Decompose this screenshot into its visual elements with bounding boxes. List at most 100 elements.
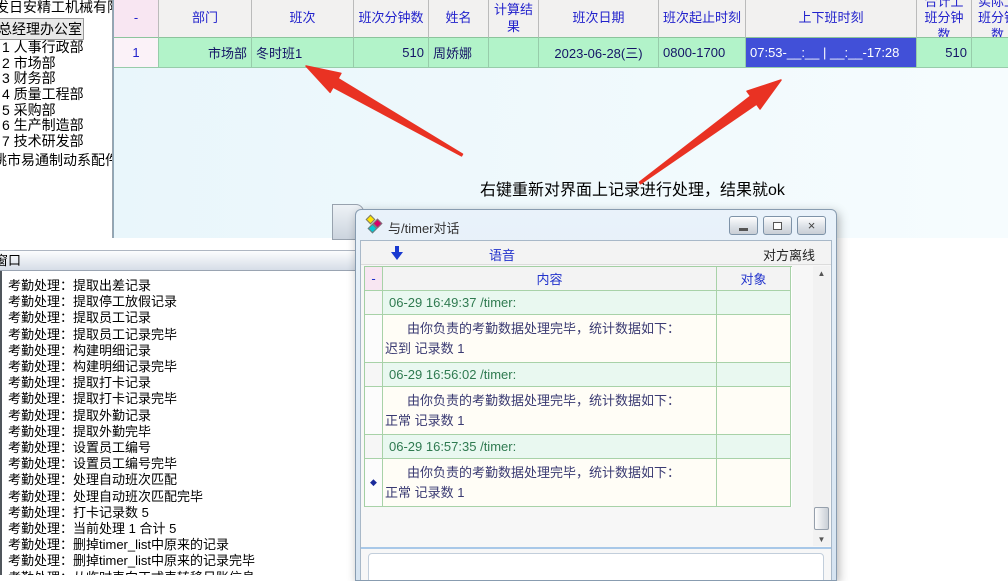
log-line: 考勤处理：提取打卡记录完毕 [8,391,360,407]
cell-name[interactable]: 周娇娜 [429,38,489,68]
cell-date[interactable]: 2023-06-28(三) [539,38,659,68]
input-separator [361,547,831,549]
message-body-row[interactable]: 由你负责的考勤数据处理完毕，统计数据如下： 迟到 记录数 1 [365,315,792,363]
log-line: 考勤处理：提取员工记录完毕 [8,327,360,343]
dialog-titlebar[interactable]: 与/timer对话 × [356,210,836,240]
log-panel-header: 窗口 [0,250,360,271]
sidebar-item[interactable]: 5 采购部 [0,103,112,119]
column-header-total-minutes[interactable]: 合计上班分钟数 [917,0,972,38]
sidebar-item-selected[interactable]: 总经理办公室 [0,18,84,40]
column-header-dept[interactable]: 部门 [159,0,252,38]
main-window-top: 发日安精工机械有限 总经理办公室 1 人事行政部 2 市场部 3 财务部 4 质… [0,0,1008,238]
cell-rownum[interactable]: 1 [114,38,159,68]
sidebar-item[interactable]: 6 生产制造部 [0,118,112,134]
company-name: 发日安精工机械有限 [0,0,112,17]
close-button[interactable]: × [797,216,826,235]
cell-shift[interactable]: 冬时班1 [252,38,354,68]
log-line: 考勤处理：设置员工编号 [8,440,360,456]
message-timestamp[interactable]: 06-29 16:49:37 /timer: [383,291,717,315]
log-line: 考勤处理：处理自动班次匹配完毕 [8,489,360,505]
log-panel: 窗口 考勤处理：提取出差记录 考勤处理：提取停工放假记录 考勤处理：提取员工记录… [0,250,360,575]
message-col-object[interactable]: 对象 [717,267,791,291]
log-line: 考勤处理：提取出差记录 [8,278,360,294]
message-body[interactable]: 由你负责的考勤数据处理完毕，统计数据如下： 正常 记录数 1 [383,387,717,435]
message-timestamp[interactable]: 06-29 16:57:35 /timer: [383,435,717,459]
message-table-header: - 内容 对象 [365,267,792,291]
minimize-icon [739,228,748,231]
grid-header-row: - 部门 班次 班次分钟数 姓名 计算结果 班次日期 班次起止时刻 上下班时刻 … [114,0,1008,38]
annotation-text: 右键重新对界面上记录进行处理，结果就ok [480,176,785,200]
column-header-name[interactable]: 姓名 [429,0,489,38]
column-header-actual-minutes[interactable]: 实际上班分钟数 [972,0,1008,38]
log-line: 考勤处理：提取停工放假记录 [8,294,360,310]
log-line: 考勤处理：从临时表向正式表转移日账信息 [8,570,360,575]
scrollbar-thumb[interactable] [814,507,829,530]
cell-total-minutes[interactable]: 510 [917,38,972,68]
dialog-title: 与/timer对话 [388,218,460,237]
sidebar-item[interactable]: 3 财务部 [0,71,112,87]
cell-calc-result[interactable] [489,38,539,68]
message-body-row[interactable]: 由你负责的考勤数据处理完毕，统计数据如下： 正常 记录数 1 [365,387,792,435]
column-header-clock-times[interactable]: 上下班时刻 [746,0,917,38]
log-line: 考勤处理：打卡记录数 5 [8,505,360,521]
timer-dialog-window: 与/timer对话 × 语音 对方离线 - 内容 对象 06-29 16:49:… [355,209,837,581]
cell-shift-range[interactable]: 0800-1700 [659,38,746,68]
log-line: 考勤处理：提取员工记录 [8,310,360,326]
log-line: 考勤处理：当前处理 1 合计 5 [8,521,360,537]
scroll-up-icon[interactable]: ▲ [813,266,830,280]
message-body-row[interactable]: ◆ 由你负责的考勤数据处理完毕，统计数据如下： 正常 记录数 1 [365,459,792,507]
log-line: 考勤处理：删掉timer_list中原来的记录 [8,537,360,553]
message-col-content[interactable]: 内容 [383,267,717,291]
log-line: 考勤处理：提取外勤记录 [8,408,360,424]
message-scrollbar[interactable]: ▲ ▼ [813,266,830,546]
message-body[interactable]: 由你负责的考勤数据处理完毕，统计数据如下： 迟到 记录数 1 [383,315,717,363]
message-timestamp[interactable]: 06-29 16:56:02 /timer: [383,363,717,387]
log-line: 考勤处理：删掉timer_list中原来的记录完毕 [8,553,360,569]
message-timestamp-row[interactable]: 06-29 16:57:35 /timer: [365,435,792,459]
cell-clock-times-selected[interactable]: 07:53-__:__ | __:__-17:28 [746,38,917,68]
column-header-shift-range[interactable]: 班次起止时刻 [659,0,746,38]
log-line: 考勤处理：构建明细记录完毕 [8,359,360,375]
log-panel-title: 窗口 [0,251,21,271]
attendance-grid: - 部门 班次 班次分钟数 姓名 计算结果 班次日期 班次起止时刻 上下班时刻 … [114,0,1008,68]
column-header-calc-result[interactable]: 计算结果 [489,0,539,38]
voice-label: 语音 [489,245,515,264]
sidebar-item[interactable]: 7 技术研发部 [0,134,112,150]
cell-actual-minutes[interactable] [972,38,1008,68]
peer-status-label: 对方离线 [763,245,815,264]
department-tree: 发日安精工机械有限 总经理办公室 1 人事行政部 2 市场部 3 财务部 4 质… [0,0,113,238]
sidebar-item-footer[interactable]: 姚市易通制动系配件 [0,150,112,170]
chat-input-area[interactable] [368,553,824,580]
log-line: 考勤处理：提取外勤完毕 [8,424,360,440]
column-header-shift[interactable]: 班次 [252,0,354,38]
message-table: - 内容 对象 06-29 16:49:37 /timer: 由你负责的考勤数据… [364,266,792,507]
dialog-app-icon [366,216,384,234]
close-icon: × [808,218,816,233]
column-header-date[interactable]: 班次日期 [539,0,659,38]
log-line: 考勤处理：提取打卡记录 [8,375,360,391]
cell-shift-minutes[interactable]: 510 [354,38,429,68]
restore-icon [773,222,782,230]
grid-data-row[interactable]: 1 市场部 冬时班1 510 周娇娜 2023-06-28(三) 0800-17… [114,38,1008,68]
down-arrow-icon[interactable] [391,246,403,260]
minimize-button[interactable] [729,216,758,235]
sidebar-item[interactable]: 4 质量工程部 [0,87,112,103]
sidebar-item[interactable]: 1 人事行政部 [0,40,112,56]
message-timestamp-row[interactable]: 06-29 16:56:02 /timer: [365,363,792,387]
attendance-grid-area: - 部门 班次 班次分钟数 姓名 计算结果 班次日期 班次起止时刻 上下班时刻 … [113,0,1008,238]
restore-button[interactable] [763,216,792,235]
message-col-gutter[interactable]: - [365,267,383,291]
current-row-marker-icon: ◆ [370,477,377,488]
message-timestamp-row[interactable]: 06-29 16:49:37 /timer: [365,291,792,315]
log-line: 考勤处理：处理自动班次匹配 [8,472,360,488]
column-header-rownum[interactable]: - [114,0,159,38]
message-body[interactable]: 由你负责的考勤数据处理完毕，统计数据如下： 正常 记录数 1 [383,459,717,507]
column-header-shift-minutes[interactable]: 班次分钟数 [354,0,429,38]
cell-dept[interactable]: 市场部 [159,38,252,68]
log-line: 考勤处理：构建明细记录 [8,343,360,359]
dialog-content: 语音 对方离线 - 内容 对象 06-29 16:49:37 /timer: 由… [360,240,832,580]
scroll-down-icon[interactable]: ▼ [813,532,830,546]
dialog-toolbar: 语音 对方离线 [361,241,831,265]
sidebar-item[interactable]: 2 市场部 [0,56,112,72]
log-output: 考勤处理：提取出差记录 考勤处理：提取停工放假记录 考勤处理：提取员工记录 考勤… [0,271,360,575]
